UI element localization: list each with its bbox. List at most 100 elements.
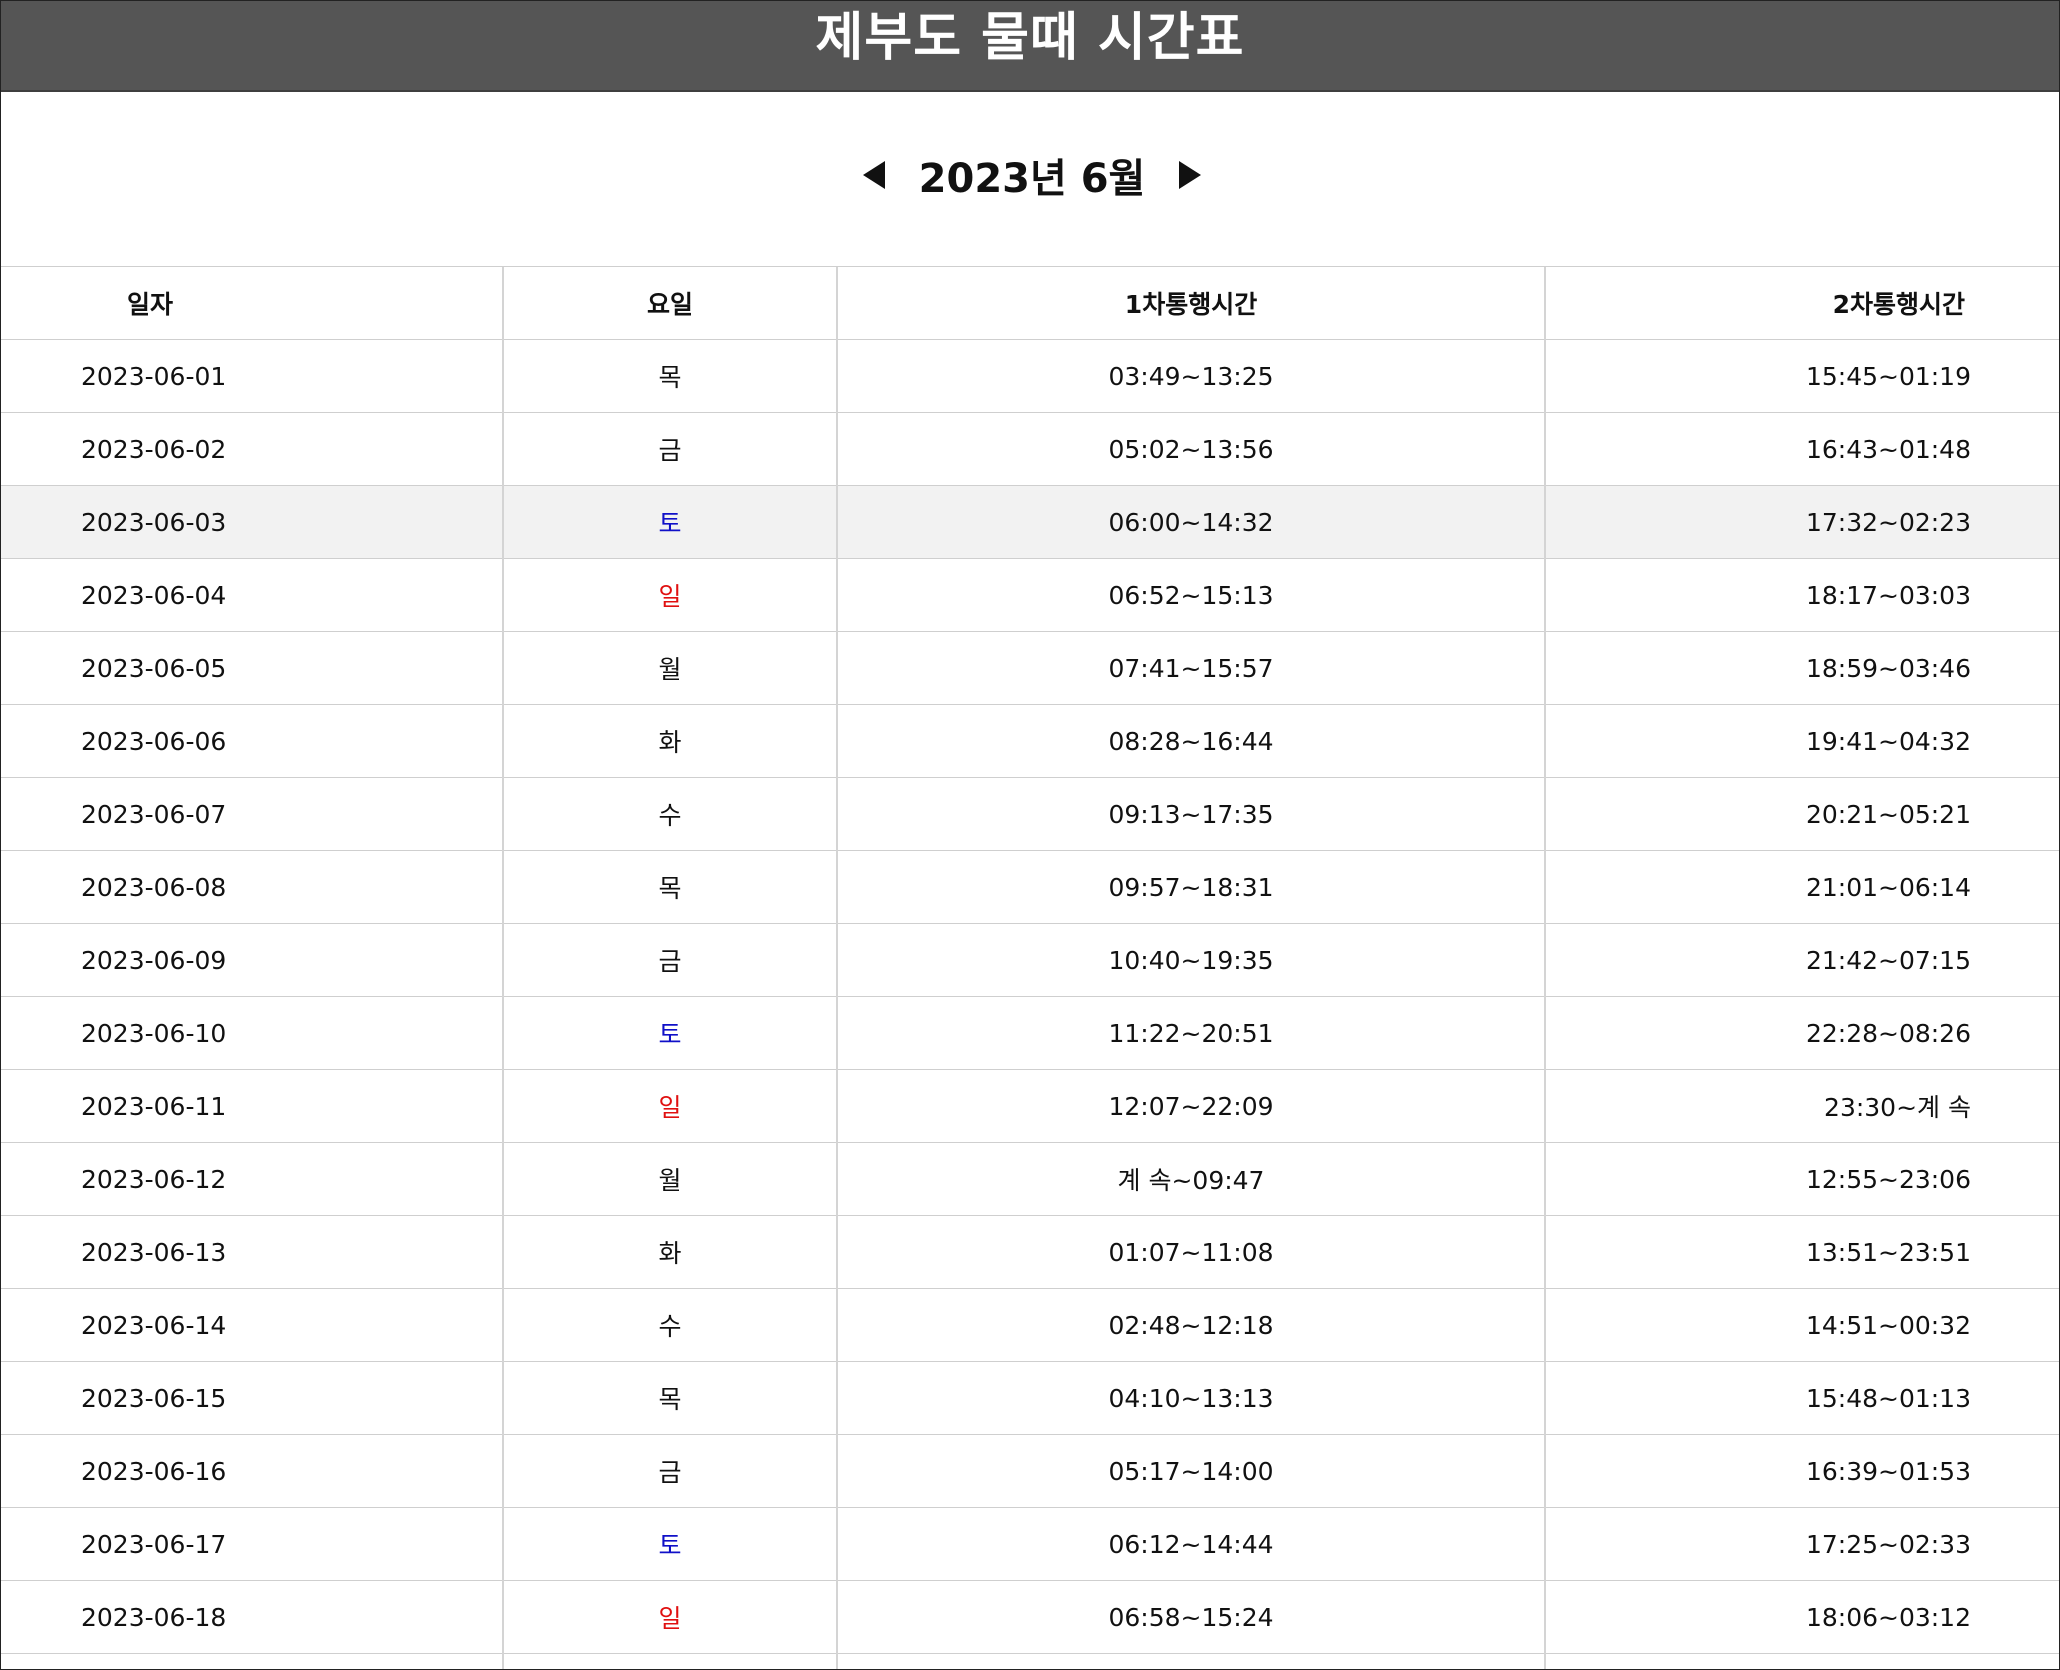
cell-second-passage: 17:25~02:33	[1544, 1507, 2059, 1581]
table-row: 2023-06-13 화 01:07~11:08 13:51~23:51	[1, 1215, 2059, 1289]
cell-date: 2023-06-07	[1, 777, 503, 851]
header-weekday: 요일	[502, 267, 837, 340]
cell-date: 2023-06-15	[1, 1361, 503, 1435]
title-bar: 제부도 물때 시간표	[1, 1, 2059, 92]
cell-weekday	[502, 1653, 837, 1669]
cell-weekday: 화	[502, 704, 837, 778]
cell-second-passage: 23:30~계 속	[1544, 1069, 2059, 1143]
cell-first-passage: 07:41~15:57	[836, 631, 1545, 705]
cell-second-passage: 19:41~04:32	[1544, 704, 2059, 778]
cell-date: 2023-06-11	[1, 1069, 503, 1143]
table-row: 2023-06-14 수 02:48~12:18 14:51~00:32	[1, 1288, 2059, 1362]
table-row: 2023-06-11 일 12:07~22:09 23:30~계 속	[1, 1069, 2059, 1143]
cell-second-passage: 12:55~23:06	[1544, 1142, 2059, 1216]
next-month-arrow-icon[interactable]	[1179, 161, 1202, 189]
table-header-row: 일자 요일 1차통행시간 2차통행시간	[1, 267, 2059, 340]
cell-date	[1, 1653, 503, 1669]
cell-weekday: 토	[502, 1507, 837, 1581]
cell-first-passage: 09:13~17:35	[836, 777, 1545, 851]
cell-date: 2023-06-02	[1, 412, 503, 486]
cell-weekday: 월	[502, 1142, 837, 1216]
cell-first-passage: 10:40~19:35	[836, 923, 1545, 997]
table-row: 2023-06-08 목 09:57~18:31 21:01~06:14	[1, 850, 2059, 924]
cell-first-passage: 05:17~14:00	[836, 1434, 1545, 1508]
cell-date: 2023-06-06	[1, 704, 503, 778]
cell-second-passage: 17:32~02:23	[1544, 485, 2059, 559]
table-body: 2023-06-01 목 03:49~13:25 15:45~01:19 2023-0…	[1, 339, 2059, 1669]
cell-weekday: 일	[502, 1580, 837, 1654]
cell-second-passage: 20:21~05:21	[1544, 777, 2059, 851]
tide-schedule-table: 일자 요일 1차통행시간 2차통행시간 2023-06-01 목 03:49~13:…	[1, 267, 2059, 1669]
table-row: 2023-06-02 금 05:02~13:56 16:43~01:48	[1, 412, 2059, 486]
cell-first-passage: 11:22~20:51	[836, 996, 1545, 1070]
cell-second-passage: 21:01~06:14	[1544, 850, 2059, 924]
cell-weekday: 수	[502, 1288, 837, 1362]
cell-weekday: 목	[502, 339, 837, 413]
cell-weekday: 화	[502, 1215, 837, 1289]
cell-weekday: 목	[502, 1361, 837, 1435]
table-row: 2023-06-10 토 11:22~20:51 22:28~08:26	[1, 996, 2059, 1070]
page-title: 제부도 물때 시간표	[815, 8, 1245, 68]
cell-date: 2023-06-08	[1, 850, 503, 924]
cell-weekday: 일	[502, 1069, 837, 1143]
header-date: 일자	[1, 267, 503, 340]
cell-weekday: 토	[502, 485, 837, 559]
table-row: 2023-06-01 목 03:49~13:25 15:45~01:19	[1, 339, 2059, 413]
month-navigation: 2023년 6월	[1, 92, 2059, 267]
cell-second-passage: 18:06~03:12	[1544, 1580, 2059, 1654]
cell-weekday: 금	[502, 923, 837, 997]
cell-second-passage: 18:59~03:46	[1544, 631, 2059, 705]
cell-second-passage: 15:48~01:13	[1544, 1361, 2059, 1435]
cell-second-passage	[1544, 1653, 2059, 1669]
cell-date: 2023-06-05	[1, 631, 503, 705]
table-row-hovered: 2023-06-03 토 06:00~14:32 17:32~02:23	[1, 485, 2059, 559]
table-row: 2023-06-09 금 10:40~19:35 21:42~07:15	[1, 923, 2059, 997]
cell-second-passage: 14:51~00:32	[1544, 1288, 2059, 1362]
cell-first-passage: 06:12~14:44	[836, 1507, 1545, 1581]
cell-date: 2023-06-14	[1, 1288, 503, 1362]
table-row: 2023-06-18 일 06:58~15:24 18:06~03:12	[1, 1580, 2059, 1654]
cell-first-passage: 03:49~13:25	[836, 339, 1545, 413]
cell-second-passage: 18:17~03:03	[1544, 558, 2059, 632]
cell-first-passage: 계 속~09:47	[836, 1142, 1545, 1216]
cell-second-passage: 15:45~01:19	[1544, 339, 2059, 413]
cell-first-passage: 05:02~13:56	[836, 412, 1545, 486]
cell-date: 2023-06-10	[1, 996, 503, 1070]
header-first-passage: 1차통행시간	[836, 267, 1545, 340]
header-second-passage: 2차통행시간	[1544, 267, 2059, 340]
page: 제부도 물때 시간표 2023년 6월 일자 요일 1차통행시간 2차통행시간 …	[0, 0, 2060, 1670]
cell-first-passage: 06:58~15:24	[836, 1580, 1545, 1654]
cell-second-passage: 16:43~01:48	[1544, 412, 2059, 486]
cell-second-passage: 22:28~08:26	[1544, 996, 2059, 1070]
cell-second-passage: 16:39~01:53	[1544, 1434, 2059, 1508]
cell-second-passage: 13:51~23:51	[1544, 1215, 2059, 1289]
cell-first-passage	[836, 1653, 1545, 1669]
cell-date: 2023-06-13	[1, 1215, 503, 1289]
prev-month-arrow-icon[interactable]	[862, 161, 885, 189]
table-row: 2023-06-06 화 08:28~16:44 19:41~04:32	[1, 704, 2059, 778]
cell-date: 2023-06-16	[1, 1434, 503, 1508]
cell-weekday: 금	[502, 1434, 837, 1508]
cell-weekday: 일	[502, 558, 837, 632]
table-row-partial	[1, 1653, 2059, 1669]
cell-weekday: 목	[502, 850, 837, 924]
cell-second-passage: 21:42~07:15	[1544, 923, 2059, 997]
cell-first-passage: 02:48~12:18	[836, 1288, 1545, 1362]
cell-date: 2023-06-04	[1, 558, 503, 632]
table-row: 2023-06-07 수 09:13~17:35 20:21~05:21	[1, 777, 2059, 851]
cell-date: 2023-06-09	[1, 923, 503, 997]
cell-first-passage: 08:28~16:44	[836, 704, 1545, 778]
cell-date: 2023-06-18	[1, 1580, 503, 1654]
table-row: 2023-06-16 금 05:17~14:00 16:39~01:53	[1, 1434, 2059, 1508]
cell-first-passage: 06:00~14:32	[836, 485, 1545, 559]
table-row: 2023-06-04 일 06:52~15:13 18:17~03:03	[1, 558, 2059, 632]
cell-first-passage: 04:10~13:13	[836, 1361, 1545, 1435]
cell-first-passage: 06:52~15:13	[836, 558, 1545, 632]
month-label: 2023년 6월	[918, 156, 1146, 202]
cell-date: 2023-06-12	[1, 1142, 503, 1216]
cell-first-passage: 09:57~18:31	[836, 850, 1545, 924]
cell-date: 2023-06-01	[1, 339, 503, 413]
table-row: 2023-06-05 월 07:41~15:57 18:59~03:46	[1, 631, 2059, 705]
cell-first-passage: 12:07~22:09	[836, 1069, 1545, 1143]
cell-first-passage: 01:07~11:08	[836, 1215, 1545, 1289]
